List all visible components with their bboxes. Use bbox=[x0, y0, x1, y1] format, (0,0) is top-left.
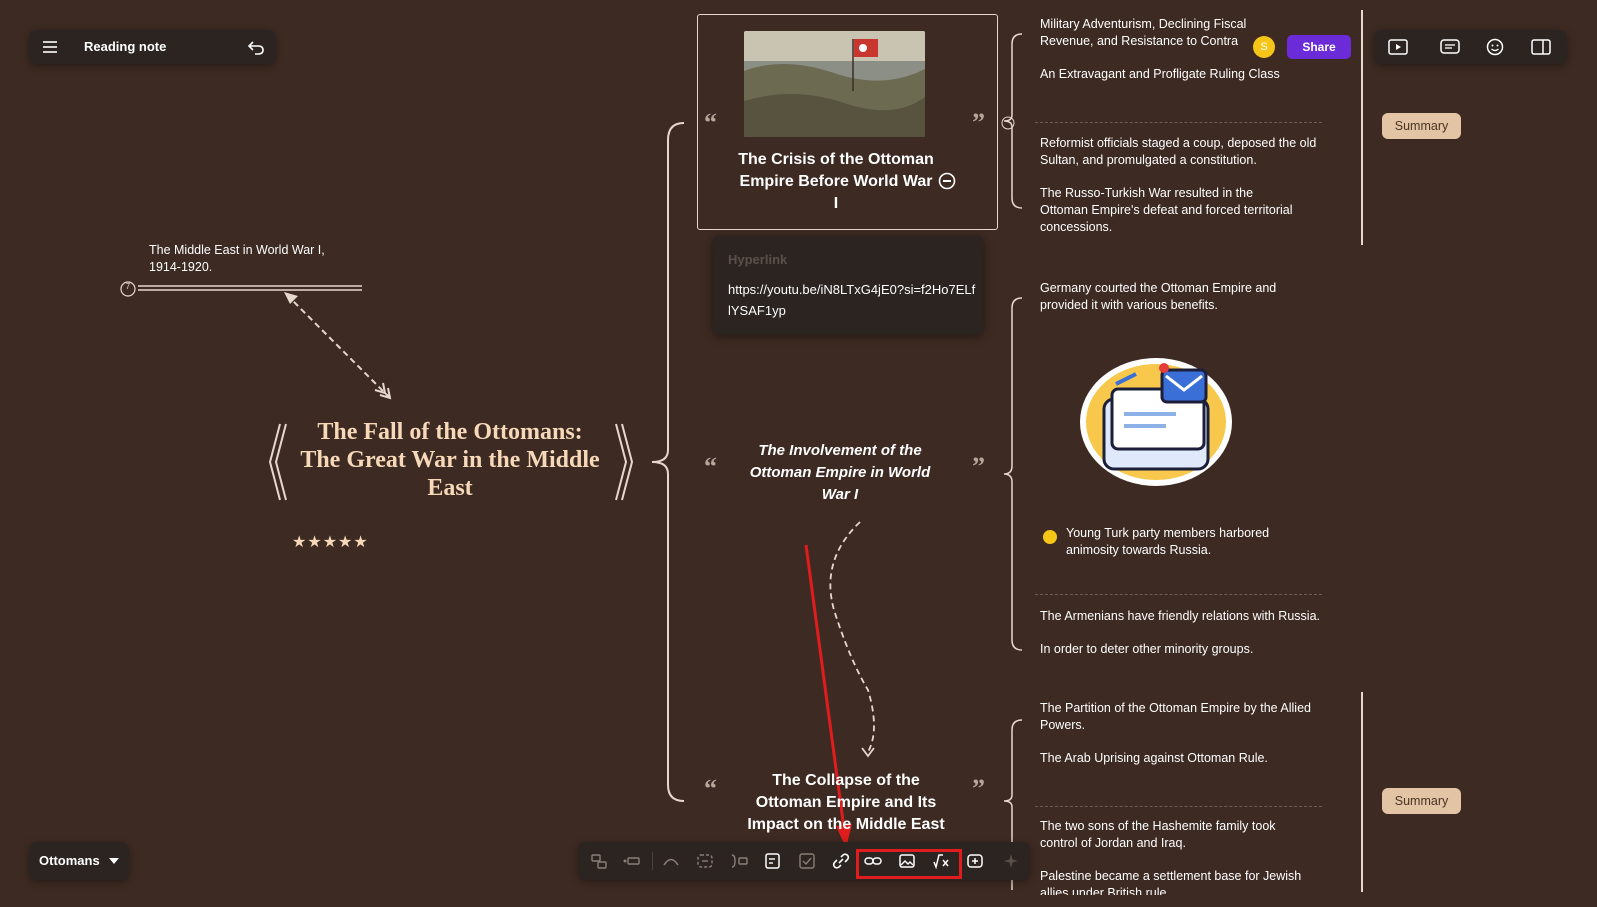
bottom-toolbar bbox=[578, 842, 1030, 880]
hyperlink-popover: Hyperlink https://youtu.be/iN8LTxG4jE0?s… bbox=[713, 236, 983, 334]
quote-open-crisis: “ bbox=[704, 108, 717, 137]
subtopic-divider bbox=[1035, 122, 1322, 123]
checkbox-icon[interactable] bbox=[798, 852, 816, 870]
hyperlink-icon[interactable] bbox=[832, 852, 850, 870]
share-button[interactable]: Share bbox=[1287, 35, 1351, 59]
subtopic-collapse-4[interactable]: Palestine became a settlement base for J… bbox=[1040, 868, 1330, 895]
subtopic-involvement-4[interactable]: In order to deter other minority groups. bbox=[1040, 641, 1340, 658]
floating-note-marker: 7 bbox=[125, 282, 131, 291]
subtopic-involvement-3[interactable]: The Armenians have friendly relations wi… bbox=[1040, 608, 1360, 625]
topic-crisis-title[interactable]: The Crisis of the Ottoman Empire Before … bbox=[736, 149, 936, 215]
quote-close-collapse: ” bbox=[972, 774, 985, 803]
quote-open-involvement: “ bbox=[704, 452, 717, 481]
subtopic-involvement-2[interactable]: Young Turk party members harbored animos… bbox=[1066, 525, 1306, 559]
add-subtopic-icon[interactable] bbox=[590, 852, 608, 870]
top-right-toolbar bbox=[1374, 30, 1567, 64]
subtopic-involvement-1[interactable]: Germany courted the Ottoman Empire and p… bbox=[1040, 280, 1310, 314]
summary-bracket-line bbox=[1361, 692, 1363, 892]
subtopic-divider bbox=[1035, 806, 1322, 807]
annotation-highlight-box bbox=[856, 849, 962, 879]
quote-close-crisis: ” bbox=[972, 108, 985, 137]
top-left-panel: Reading note bbox=[29, 30, 276, 64]
quote-close-involvement: ” bbox=[972, 452, 985, 481]
menu-icon[interactable] bbox=[41, 38, 59, 56]
emoji-icon[interactable] bbox=[1485, 38, 1505, 56]
map-selector[interactable]: Ottomans bbox=[29, 842, 129, 880]
note-icon[interactable] bbox=[764, 852, 782, 870]
summary-icon[interactable] bbox=[730, 852, 748, 870]
summary-tag[interactable]: Summary bbox=[1382, 113, 1461, 139]
topic-collapse-title[interactable]: The Collapse of the Ottoman Empire and I… bbox=[740, 770, 952, 836]
subtopic-crisis-1[interactable]: Military Adventurism, Declining Fiscal R… bbox=[1040, 16, 1270, 50]
folder-mail-sticker-image[interactable] bbox=[1076, 354, 1236, 489]
add-sibling-topic-icon[interactable] bbox=[622, 852, 640, 870]
rating-stars: ★★★★★ bbox=[292, 534, 369, 551]
map-name-label: Ottomans bbox=[39, 853, 100, 868]
subtopic-crisis-2[interactable]: An Extravagant and Profligate Ruling Cla… bbox=[1040, 66, 1320, 83]
hyperlink-input[interactable]: https://youtu.be/iN8LTxG4jE0?si=f2Ho7ELf… bbox=[728, 279, 978, 321]
relationship-icon[interactable] bbox=[662, 852, 680, 870]
back-icon[interactable] bbox=[247, 38, 265, 56]
subtopic-collapse-1[interactable]: The Partition of the Ottoman Empire by t… bbox=[1040, 700, 1340, 734]
flag-icon bbox=[1043, 530, 1057, 544]
ai-sparkle-icon[interactable] bbox=[1002, 852, 1020, 870]
toolbar-separator bbox=[652, 852, 653, 870]
summary-bracket-line bbox=[1361, 10, 1363, 245]
topic-image-battle[interactable] bbox=[744, 31, 925, 137]
play-presentation-icon[interactable] bbox=[1388, 38, 1408, 56]
subtopic-crisis-4[interactable]: The Russo-Turkish War resulted in the Ot… bbox=[1040, 185, 1300, 236]
subtopic-divider bbox=[1035, 594, 1322, 595]
quote-open-collapse: “ bbox=[704, 774, 717, 803]
subtopic-collapse-2[interactable]: The Arab Uprising against Ottoman Rule. bbox=[1040, 750, 1340, 767]
floating-note[interactable]: The Middle East in World War I, 1914-192… bbox=[149, 242, 359, 276]
comment-icon[interactable] bbox=[1440, 38, 1460, 56]
hyperlink-label: Hyperlink bbox=[728, 252, 788, 267]
summary-tag[interactable]: Summary bbox=[1382, 788, 1461, 814]
document-title[interactable]: Reading note bbox=[84, 39, 166, 54]
subtopic-crisis-3[interactable]: Reformist officials staged a coup, depos… bbox=[1040, 135, 1340, 169]
collapse-icon[interactable] bbox=[938, 172, 956, 190]
battle-painting-image bbox=[744, 31, 925, 137]
root-topic-title[interactable]: The Fall of the Ottomans: The Great War … bbox=[300, 418, 600, 502]
sidebar-toggle-icon[interactable] bbox=[1531, 38, 1551, 56]
boundary-icon[interactable] bbox=[696, 852, 714, 870]
chevron-down-icon bbox=[109, 858, 119, 864]
subtopic-collapse-3[interactable]: The two sons of the Hashemite family too… bbox=[1040, 818, 1310, 852]
insert-icon[interactable] bbox=[966, 852, 984, 870]
topic-involvement-title[interactable]: The Involvement of the Ottoman Empire in… bbox=[740, 440, 940, 506]
